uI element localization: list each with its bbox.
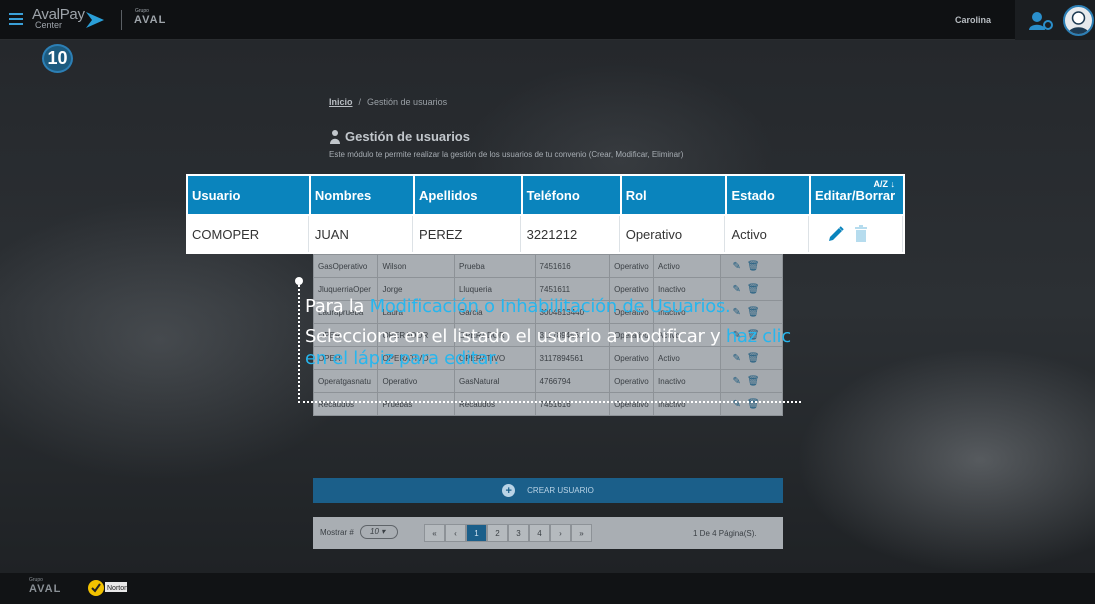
table-cell: JUAN xyxy=(310,216,414,252)
avatar-person-icon xyxy=(1068,11,1089,34)
breadcrumb-current: Gestión de usuarios xyxy=(367,97,448,107)
page-link[interactable]: › xyxy=(550,524,571,542)
column-header: Apellidos xyxy=(415,176,521,214)
plus-circle-icon: + xyxy=(502,484,516,497)
table-cell: Activo xyxy=(653,254,721,278)
page-size-select[interactable]: 10 ▾ xyxy=(360,525,398,539)
table-cell: Operativo xyxy=(621,216,726,252)
table-cell: GasOperativo xyxy=(312,254,379,278)
footer: Grupo AVAL Norton xyxy=(0,573,1095,604)
trash-delete-icon[interactable]: 🗑 xyxy=(747,261,760,272)
table-row[interactable]: COMOPER JUAN PEREZ 3221212 Operativo Activo xyxy=(188,216,903,252)
create-user-label: CREAR USUARIO xyxy=(527,486,594,495)
user-name[interactable]: Carolina xyxy=(955,15,991,25)
sort-az-icon[interactable]: A/Z ↓ xyxy=(874,179,896,189)
create-user-button[interactable]: + CREAR USUARIO xyxy=(313,478,783,503)
callout-highlight-1: Modificación o Inhabilitación de Usuario… xyxy=(369,296,731,317)
step-number-badge: 10 xyxy=(42,44,73,73)
page-link[interactable]: 1 xyxy=(466,524,487,542)
logo-arrow-icon xyxy=(86,12,104,28)
top-bar: AvalPay Center Grupo AVAL Carolina xyxy=(0,0,1095,40)
page-title: Gestión de usuarios xyxy=(345,129,470,144)
page-link[interactable]: ‹ xyxy=(445,524,466,542)
table-header-row: Usuario Nombres Apellidos Teléfono Rol Estado… xyxy=(188,176,903,214)
table-cell: Activo xyxy=(727,216,809,252)
table-row[interactable]: GasOperativo Wilson Prueba 7451616 Operativo… xyxy=(312,254,784,278)
table-cell: 3221212 xyxy=(522,216,620,252)
pencil-edit-icon[interactable] xyxy=(827,225,845,243)
norton-secured-icon: Norton xyxy=(88,580,128,596)
row-actions: ✎ 🗑 xyxy=(719,254,784,278)
table-cell: Operativo xyxy=(609,254,655,278)
trash-delete-icon[interactable] xyxy=(853,225,869,243)
table-cell: Recaudos xyxy=(453,392,536,416)
trash-delete-icon[interactable]: 🗑 xyxy=(747,284,760,295)
column-header: Estado xyxy=(727,176,809,214)
page-link[interactable]: 2 xyxy=(487,524,508,542)
column-header: Usuario xyxy=(188,176,309,214)
hamburger-menu-icon[interactable] xyxy=(9,13,23,25)
page-info: 1 De 4 Página(S). xyxy=(693,529,757,538)
users-table-highlight: Usuario Nombres Apellidos Teléfono Rol Estado… xyxy=(186,174,905,254)
grupo-aval-logo: Grupo AVAL xyxy=(134,8,167,26)
row-actions: ✎ 🗑 xyxy=(719,392,784,416)
aval-label: AVAL xyxy=(134,14,167,26)
footer-grupo-aval-logo: Grupo AVAL xyxy=(29,577,62,595)
table-cell: Recaudos xyxy=(312,392,379,416)
grupo-label: Grupo xyxy=(135,8,149,14)
callout-line-vertical xyxy=(298,285,300,403)
table-cell: Wilson xyxy=(377,254,455,278)
breadcrumb: Inicio / Gestión de usuarios xyxy=(329,97,448,107)
user-avatar[interactable] xyxy=(1063,5,1094,36)
table-cell: Operativo xyxy=(609,392,655,416)
page-link[interactable]: » xyxy=(571,524,592,542)
table-cell: 7451616 xyxy=(534,254,611,278)
column-header: Rol xyxy=(621,176,726,214)
callout-dot xyxy=(295,277,303,285)
callout-line-horizontal xyxy=(298,401,801,403)
pagination-bar: Mostrar # 10 ▾ «‹ 1 2 3 4 ›» 1 De 4 Página(S)… xyxy=(313,517,783,549)
table-cell: COMOPER xyxy=(188,216,309,252)
table-cell: Pruebas xyxy=(377,392,455,416)
header-divider xyxy=(121,10,122,30)
page-link[interactable]: « xyxy=(424,524,445,542)
table-cell: PEREZ xyxy=(415,216,521,252)
row-actions xyxy=(811,216,903,252)
page-link[interactable]: 3 xyxy=(508,524,529,542)
user-management-icon xyxy=(330,130,340,144)
pencil-edit-icon[interactable]: ✎ xyxy=(733,284,741,295)
avalpay-logo[interactable]: AvalPay Center xyxy=(32,6,85,30)
tutorial-callout: Para la Modificación o Inhabilitación de… xyxy=(305,296,791,369)
table-row[interactable]: Recaudos Pruebas Recaudos 7451616 Operativo I… xyxy=(312,392,784,416)
pencil-edit-icon[interactable]: ✎ xyxy=(733,261,741,272)
page-link[interactable]: 4 xyxy=(529,524,550,542)
column-header: Nombres xyxy=(310,176,414,214)
page-links: «‹ 1 2 3 4 ›» xyxy=(424,524,592,542)
user-settings-icon[interactable] xyxy=(1028,11,1054,31)
table-cell: Prueba xyxy=(453,254,536,278)
table-cell: Inactivo xyxy=(653,392,721,416)
norton-label: Norton xyxy=(107,585,128,592)
breadcrumb-home-link[interactable]: Inicio xyxy=(329,97,353,107)
page-size-label: Mostrar # xyxy=(320,528,354,537)
page-subtitle: Este módulo te permite realizar la gesti… xyxy=(329,150,684,159)
column-header: Teléfono xyxy=(522,176,620,214)
column-header[interactable]: Editar/Borrar A/Z ↓ xyxy=(811,176,903,214)
table-cell: 7451616 xyxy=(534,392,611,416)
